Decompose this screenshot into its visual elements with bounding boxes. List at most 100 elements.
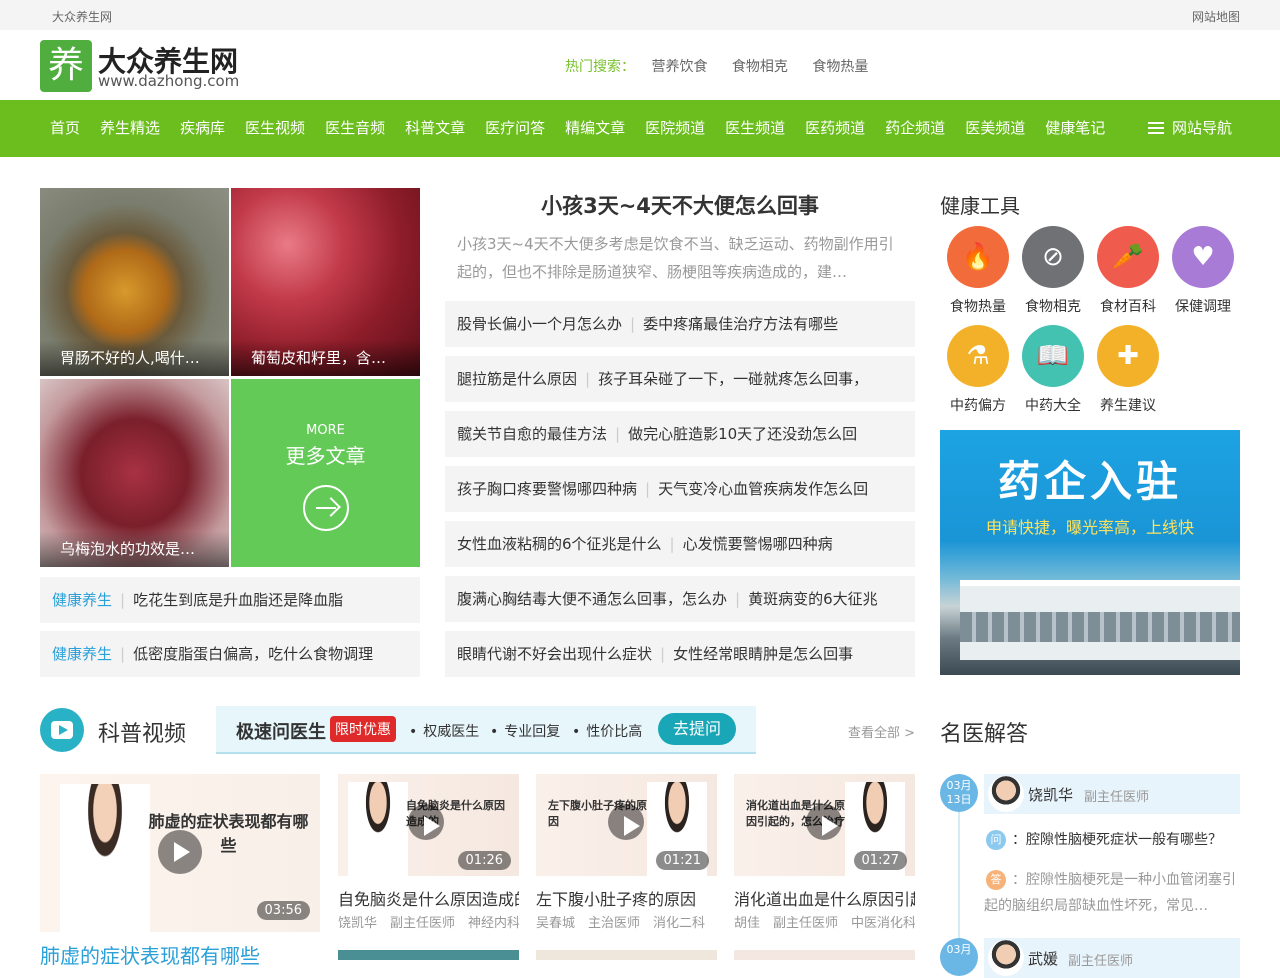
article-title[interactable]: 低密度脂蛋白偏高，吃什么食物调理 bbox=[133, 645, 373, 663]
more-articles-button[interactable]: MORE 更多文章 bbox=[231, 379, 420, 567]
article-tag[interactable]: 健康养生 bbox=[52, 591, 112, 609]
article-tag[interactable]: 健康养生 bbox=[52, 645, 112, 663]
list-item[interactable]: 健康养生 | 吃花生到底是升血脂还是降血脂 bbox=[40, 577, 420, 623]
article-title[interactable]: 眼睛代谢不好会出现什么症状 bbox=[457, 645, 652, 663]
list-item[interactable]: 腿拉筋是什么原因 | 孩子耳朵碰了一下，一碰就疼怎么回事， bbox=[445, 356, 915, 402]
site-name-link[interactable]: 大众养生网 bbox=[52, 8, 112, 25]
nav-item[interactable]: 科普文章 bbox=[395, 100, 475, 157]
nav-item[interactable]: 医生频道 bbox=[715, 100, 795, 157]
video-thumbnail[interactable] bbox=[338, 950, 519, 960]
headline-title[interactable]: 小孩3天~4天不大便怎么回事 bbox=[445, 190, 915, 220]
nav-item[interactable]: 精编文章 bbox=[555, 100, 635, 157]
divider: | bbox=[615, 425, 621, 443]
tool-label: 中药大全 bbox=[1025, 398, 1081, 414]
site-nav-button[interactable]: 网站导航 bbox=[1147, 100, 1232, 157]
featured-tile[interactable]: 胃肠不好的人,喝什… bbox=[40, 188, 229, 376]
play-icon[interactable] bbox=[806, 804, 842, 840]
play-icon[interactable] bbox=[408, 804, 444, 840]
nav-item[interactable]: 健康笔记 bbox=[1035, 100, 1115, 157]
doctor-rank: 副主任医师 bbox=[1084, 790, 1150, 805]
article-title[interactable]: 孩子耳朵碰了一下，一碰就疼怎么回事， bbox=[598, 370, 868, 388]
article-title[interactable]: 股骨长偏小一个月怎么办 bbox=[457, 315, 622, 333]
list-item[interactable]: 女性血液粘稠的6个征兆是什么 | 心发慌要警惕哪四种病 bbox=[445, 521, 915, 567]
article-title[interactable]: 髋关节自愈的最佳方法 bbox=[457, 425, 607, 443]
video-title[interactable]: 肺虚的症状表现都有哪些 bbox=[40, 940, 260, 969]
article-title[interactable]: 天气变冷心血管疾病发作怎么回 bbox=[658, 480, 868, 498]
question-text[interactable]: ：腔隙性脑梗死症状一般有哪些？ bbox=[1012, 827, 1240, 853]
video-title[interactable]: 消化道出血是什么原因引起的 bbox=[734, 886, 915, 910]
nav-item[interactable]: 养生精选 bbox=[90, 100, 170, 157]
doctor-bar[interactable]: 武媛 副主任医师 bbox=[984, 938, 1240, 978]
doctor-name[interactable]: 饶凯华 bbox=[1028, 784, 1073, 805]
video-title[interactable]: 自免脑炎是什么原因造成的 bbox=[338, 886, 519, 910]
tool-leaf-plus[interactable]: ✚ 养生建议 bbox=[1093, 325, 1163, 415]
article-title[interactable]: 女性血液粘稠的6个征兆是什么 bbox=[457, 535, 662, 553]
hot-keyword[interactable]: 营养饮食 bbox=[651, 59, 707, 75]
video-thumbnail[interactable] bbox=[536, 950, 717, 960]
video-thumbnail[interactable]: 自免脑炎是什么原因造成的 01:26 bbox=[338, 774, 519, 876]
video-meta: 吴春城 主治医师 消化二科 bbox=[536, 916, 706, 931]
article-title[interactable]: 腹满心胸结毒大便不通怎么回事，怎么办 bbox=[457, 590, 727, 608]
avatar bbox=[988, 776, 1024, 812]
tool-mortar[interactable]: ⚗ 中药偏方 bbox=[943, 325, 1013, 415]
list-item[interactable]: 髋关节自愈的最佳方法 | 做完心脏造影10天了还没劲怎么回 bbox=[445, 411, 915, 457]
hot-search: 热门搜索： 营养饮食 食物相克 食物热量 bbox=[565, 56, 888, 76]
sitemap-link[interactable]: 网站地图 bbox=[1192, 8, 1240, 25]
tool-forbidden[interactable]: ⊘ 食物相克 bbox=[1018, 226, 1088, 316]
play-icon[interactable] bbox=[158, 830, 202, 874]
play-icon[interactable] bbox=[608, 804, 644, 840]
doctor-name[interactable]: 武媛 bbox=[1028, 948, 1058, 969]
site-logo[interactable]: 养 大众养生网 www.dazhong.com bbox=[40, 40, 250, 92]
ask-button[interactable]: 去提问 bbox=[658, 713, 736, 745]
hot-keyword[interactable]: 食物相克 bbox=[732, 59, 788, 75]
video-thumbnail[interactable]: 肺虚的症状表现都有哪些 03:56 bbox=[40, 774, 320, 932]
video-meta: 饶凯华 副主任医师 神经内科 bbox=[338, 916, 519, 931]
video-title[interactable]: 左下腹小肚子疼的原因 bbox=[536, 886, 717, 910]
more-cn: 更多文章 bbox=[285, 444, 366, 468]
article-title[interactable]: 心发慌要警惕哪四种病 bbox=[683, 535, 833, 553]
list-item[interactable]: 健康养生 | 低密度脂蛋白偏高，吃什么食物调理 bbox=[40, 631, 420, 677]
tool-book[interactable]: 📖 中药大全 bbox=[1018, 325, 1088, 415]
list-item[interactable]: 股骨长偏小一个月怎么办 | 委中疼痛最佳治疗方法有哪些 bbox=[445, 301, 915, 347]
tool-flame[interactable]: 🔥 食物热量 bbox=[943, 226, 1013, 316]
pharma-banner[interactable]: 药企入驻 申请快捷，曝光率高，上线快 bbox=[940, 430, 1240, 675]
nav-item[interactable]: 医院频道 bbox=[635, 100, 715, 157]
nav-item[interactable]: 医美频道 bbox=[955, 100, 1035, 157]
doctor-bar[interactable]: 饶凯华 副主任医师 bbox=[984, 774, 1240, 814]
article-title[interactable]: 女性经常眼睛肿是怎么回事 bbox=[673, 645, 853, 663]
tool-glyph: ♥ bbox=[1191, 242, 1215, 272]
divider: | bbox=[645, 480, 651, 498]
video-thumbnail[interactable]: 消化道出血是什么原因引起的，怎么治疗 01:27 bbox=[734, 774, 915, 876]
nav-item[interactable]: 医生视频 bbox=[235, 100, 315, 157]
featured-tile[interactable]: 葡萄皮和籽里，含… bbox=[231, 188, 420, 376]
article-title[interactable]: 黄斑病变的6大征兆 bbox=[748, 590, 878, 608]
list-item[interactable]: 眼睛代谢不好会出现什么症状 | 女性经常眼睛肿是怎么回事 bbox=[445, 631, 915, 677]
video-duration: 03:56 bbox=[256, 901, 310, 920]
article-title[interactable]: 孩子胸口疼要警惕哪四种病 bbox=[457, 480, 637, 498]
article-title[interactable]: 吃花生到底是升血脂还是降血脂 bbox=[133, 591, 343, 609]
video-thumbnail[interactable] bbox=[734, 950, 915, 960]
question-icon: 问 bbox=[986, 830, 1006, 850]
list-item[interactable]: 孩子胸口疼要警惕哪四种病 | 天气变冷心血管疾病发作怎么回 bbox=[445, 466, 915, 512]
view-all-link[interactable]: 查看全部 > bbox=[848, 722, 915, 741]
list-item[interactable]: 腹满心胸结毒大便不通怎么回事，怎么办 | 黄斑病变的6大征兆 bbox=[445, 576, 915, 622]
nav-item[interactable]: 医药频道 bbox=[795, 100, 875, 157]
article-title[interactable]: 腿拉筋是什么原因 bbox=[457, 370, 577, 388]
video-thumbnail[interactable]: 左下腹小肚子疼的原因 01:21 bbox=[536, 774, 717, 876]
promo-bar[interactable]: 极速问医生 限时优惠 权威医生 专业回复 性价比高 去提问 bbox=[216, 706, 756, 754]
tile-caption: 胃肠不好的人,喝什… bbox=[40, 340, 229, 376]
tool-glyph: ✚ bbox=[1117, 341, 1139, 371]
nav-item[interactable]: 药企频道 bbox=[875, 100, 955, 157]
featured-tile[interactable]: 乌梅泡水的功效是… bbox=[40, 379, 229, 567]
article-title[interactable]: 委中疼痛最佳治疗方法有哪些 bbox=[643, 315, 838, 333]
article-title[interactable]: 做完心脏造影10天了还没劲怎么回 bbox=[628, 425, 857, 443]
nav-item[interactable]: 首页 bbox=[40, 100, 90, 157]
nav-item[interactable]: 医生音频 bbox=[315, 100, 395, 157]
tool-heart-hands[interactable]: ♥ 保健调理 bbox=[1168, 226, 1238, 316]
nav-item[interactable]: 疾病库 bbox=[170, 100, 235, 157]
section-title: 科普视频 bbox=[98, 722, 187, 747]
hot-keyword[interactable]: 食物热量 bbox=[812, 59, 868, 75]
hot-search-label: 热门搜索： bbox=[565, 59, 635, 75]
nav-item[interactable]: 医疗问答 bbox=[475, 100, 555, 157]
tool-vegetable[interactable]: 🥕 食材百科 bbox=[1093, 226, 1163, 316]
